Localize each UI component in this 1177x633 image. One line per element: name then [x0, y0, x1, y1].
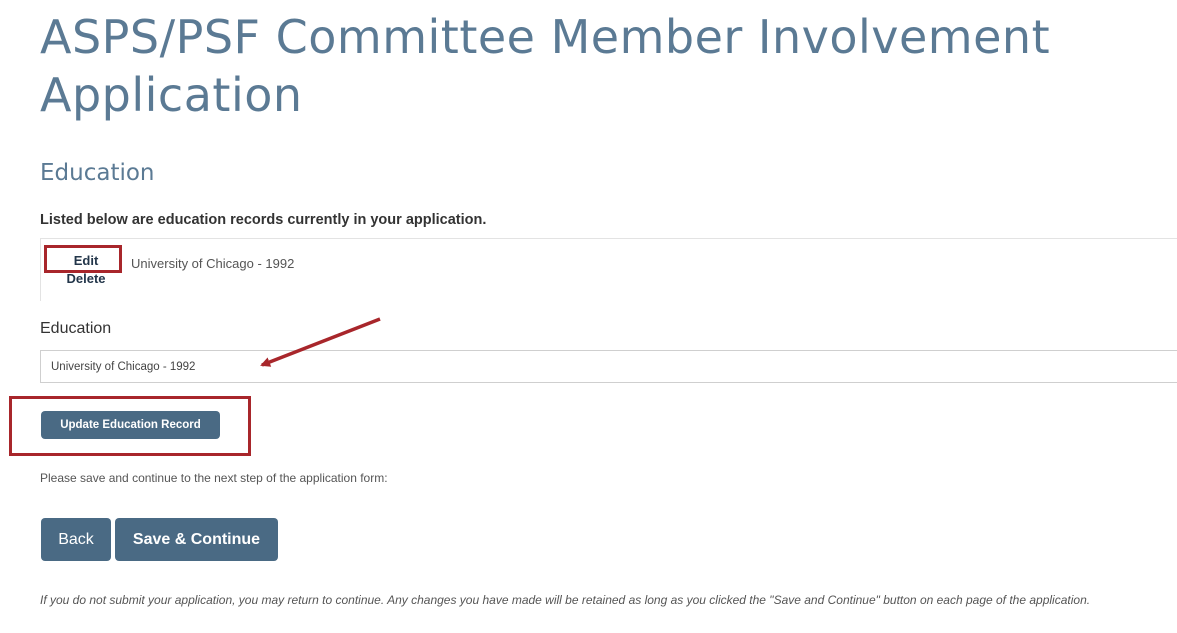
save-continue-button[interactable]: Save & Continue — [115, 518, 278, 561]
education-record-text: University of Chicago - 1992 — [131, 256, 295, 271]
education-intro-text: Listed below are education records curre… — [40, 212, 487, 228]
education-input[interactable] — [40, 350, 1177, 383]
edit-highlight-box — [44, 245, 122, 273]
footnote-text: If you do not submit your application, y… — [40, 593, 1091, 607]
page-title: ASPS/PSF Committee Member Involvement Ap… — [40, 10, 1051, 122]
back-button[interactable]: Back — [41, 518, 111, 561]
education-section-heading: Education — [40, 160, 155, 186]
update-education-button[interactable]: Update Education Record — [41, 411, 220, 439]
education-field-label: Education — [40, 320, 112, 337]
save-instruction-text: Please save and continue to the next ste… — [40, 471, 388, 485]
